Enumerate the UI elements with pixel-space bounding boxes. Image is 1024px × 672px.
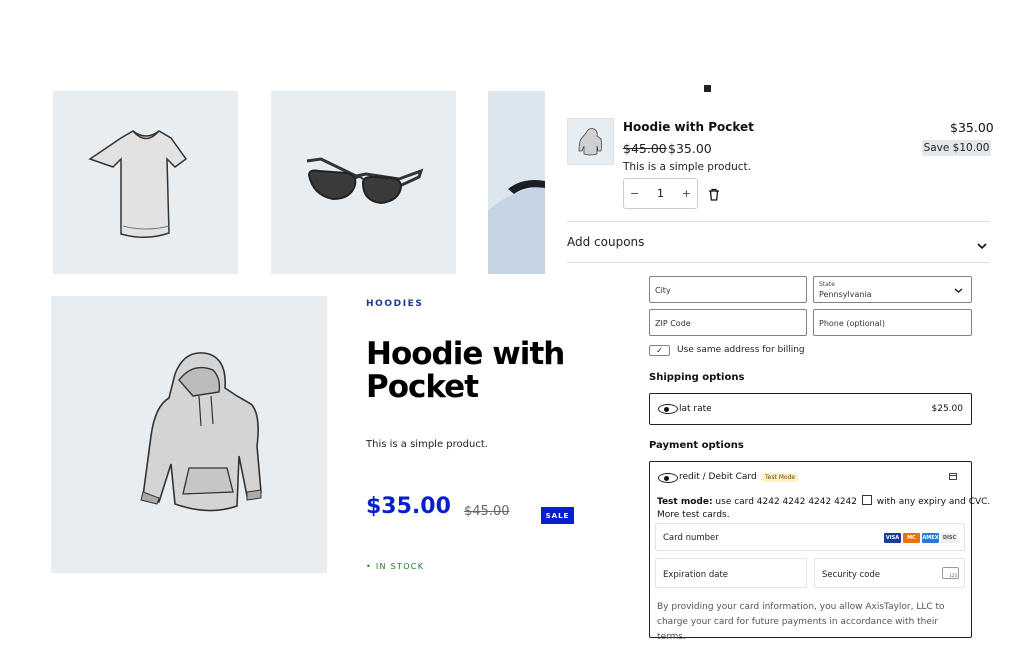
test-mode-badge: Test Mode	[762, 473, 799, 482]
test-card-text: use card 4242 4242 4242 4242	[715, 497, 857, 507]
divider	[567, 221, 990, 222]
phone-field[interactable]: Phone (optional)	[813, 309, 972, 336]
same-billing-label[interactable]: Use same address for billing	[677, 345, 805, 355]
cart-item-new-price: $35.00	[668, 141, 712, 156]
state-value: Pennsylvania	[819, 290, 872, 299]
product-category[interactable]: HOODIES	[366, 299, 423, 309]
payment-method-card: redit / Debit Card Test Mode Test mode: …	[649, 461, 990, 642]
test-mode-suffix: with any expiry and CVC.	[876, 497, 991, 507]
shipping-options-title: Shipping options	[649, 372, 745, 383]
cart-item-total: $35.00	[950, 120, 994, 135]
mastercard-icon: MC	[903, 533, 920, 543]
hoodie-thumbnail-icon	[578, 128, 602, 156]
product-tile-tshirt[interactable]	[53, 91, 238, 274]
product-main-image[interactable]	[51, 296, 327, 573]
test-mode-prefix: Test mode:	[657, 497, 713, 507]
cart-item-description: This is a simple product.	[623, 161, 752, 173]
expiration-date-label: Expiration date	[663, 570, 729, 580]
phone-placeholder: Phone (optional)	[819, 319, 885, 328]
product-tile-partial[interactable]	[488, 91, 545, 274]
credit-card-icon	[949, 473, 957, 480]
cvc-icon: 123	[942, 567, 959, 579]
add-coupons-toggle[interactable]: Add coupons	[567, 235, 644, 249]
city-placeholder: City	[655, 286, 671, 295]
tshirt-image	[88, 130, 188, 238]
increase-quantity-button[interactable]: +	[682, 187, 691, 200]
quantity-stepper: − 1 +	[623, 178, 698, 209]
divider	[567, 262, 990, 263]
loading-indicator	[704, 85, 711, 92]
discover-icon: DISC	[941, 533, 958, 543]
visa-icon: VISA	[884, 533, 901, 543]
quantity-value[interactable]: 1	[657, 187, 664, 200]
stock-status: • IN STOCK	[366, 562, 425, 571]
hoodie-image	[140, 352, 262, 512]
test-mode-info: Test mode: use card 4242 4242 4242 4242 …	[657, 495, 990, 507]
product-title: Hoodie with Pocket	[366, 336, 565, 405]
card-number-label: Card number	[663, 533, 719, 543]
city-field[interactable]: City	[649, 276, 807, 303]
save-badge: Save $10.00	[922, 140, 991, 156]
payment-options-title: Payment options	[649, 440, 744, 451]
copy-card-button[interactable]	[861, 495, 872, 505]
shipping-option-flat-rate[interactable]: lat rate $25.00	[649, 393, 972, 425]
card-brand-logos: VISA MC AMEX DISC	[882, 532, 958, 543]
payment-disclaimer: By providing your card information, you …	[657, 602, 945, 642]
sunglasses-image	[306, 157, 424, 205]
decrease-quantity-button[interactable]: −	[630, 187, 639, 200]
chevron-down-icon	[977, 243, 987, 250]
security-code-label: Security code	[822, 570, 881, 580]
cart-item-name[interactable]: Hoodie with Pocket	[623, 120, 754, 134]
amex-icon: AMEX	[922, 533, 939, 543]
security-code-field[interactable]: Security code 123	[814, 558, 965, 588]
product-old-price: $45.00	[464, 504, 510, 519]
more-test-cards-link[interactable]: More test cards.	[657, 510, 730, 520]
coupons-chevron[interactable]	[976, 236, 988, 255]
trash-icon	[709, 188, 719, 201]
same-billing-checkbox[interactable]: ✓	[649, 345, 670, 356]
state-select[interactable]: State Pennsylvania	[813, 276, 972, 303]
cart-item-thumbnail[interactable]	[567, 118, 614, 165]
state-label: State	[819, 281, 835, 288]
sale-badge: SALE	[541, 507, 574, 524]
product-description: This is a simple product.	[366, 439, 488, 450]
zip-placeholder: ZIP Code	[655, 319, 691, 328]
cart-item-old-price: $45.00	[623, 141, 667, 156]
shipping-option-price: $25.00	[931, 404, 964, 414]
shipping-option-label: lat rate	[679, 404, 712, 414]
chevron-down-icon	[954, 288, 963, 293]
payment-method-label[interactable]: redit / Debit Card	[679, 472, 757, 482]
expiration-date-field[interactable]: Expiration date	[655, 558, 807, 588]
product-price: $35.00	[366, 494, 451, 519]
cap-image	[488, 180, 545, 274]
remove-item-button[interactable]	[708, 186, 720, 205]
product-tile-sunglasses[interactable]	[271, 91, 456, 274]
card-number-field[interactable]: Card number VISA MC AMEX DISC	[655, 523, 965, 551]
payment-radio[interactable]	[658, 473, 678, 483]
shipping-radio[interactable]	[658, 404, 678, 414]
zip-field[interactable]: ZIP Code	[649, 309, 807, 336]
